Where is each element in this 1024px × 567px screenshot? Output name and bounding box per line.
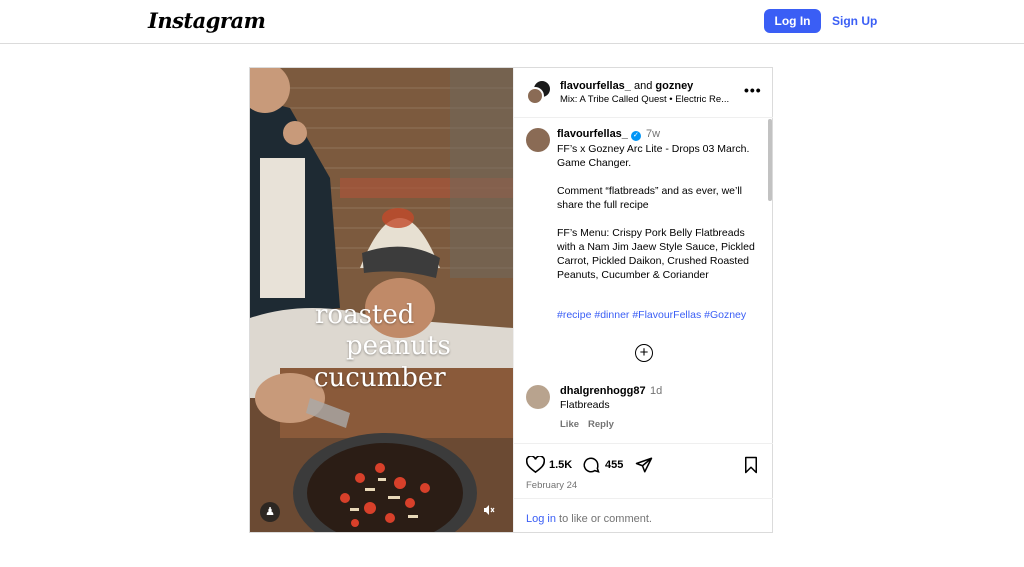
video-overlay-text-3: cucumber [314,363,446,393]
comment-like-button[interactable]: Like [560,419,579,430]
login-button[interactable]: Log In [764,9,821,33]
author-link-flavourfellas[interactable]: flavourfellas_ [560,80,631,92]
comment-count[interactable]: 455 [605,459,623,471]
post-date[interactable]: February 24 [526,480,577,491]
load-more-comments-icon[interactable]: + [635,344,653,362]
caption-text: FF’s x Gozney Arc Lite - Drops 03 March.… [557,143,755,281]
comment-text: Flatbreads [560,399,610,411]
post-actions: 1.5K 455 [514,454,773,478]
avatar [526,87,544,105]
post-header: flavourfellas_ and gozney Mix: A Tribe C… [514,68,773,118]
comment-icon[interactable] [582,456,600,479]
comments-area[interactable]: flavourfellas_ ✓ 7w FF’s x Gozney Arc Lit… [514,119,773,444]
video-overlay-text-1: roasted [315,300,415,330]
person-icon[interactable]: ♟ [260,502,280,522]
and-text: and [633,80,653,92]
avatar[interactable] [526,128,550,152]
comment-username[interactable]: dhalgrenhogg87 [560,385,646,397]
comment-timestamp[interactable]: 1d [650,385,662,397]
hashtag-link[interactable]: #Gozney [704,309,746,321]
signup-button[interactable]: Sign Up [832,9,877,33]
hashtag-link[interactable]: #FlavourFellas [632,309,701,321]
audio-track-link[interactable]: Mix: A Tribe Called Quest • Electric Re.… [560,94,738,105]
post-card: roasted peanuts cucumber ♟ flavourfellas… [249,67,773,533]
hashtag-link[interactable]: #dinner [594,309,629,321]
instagram-logo[interactable]: Instagram [148,8,266,33]
login-prompt: Log in to like or comment. [514,498,773,532]
post-authors: flavourfellas_ and gozney [560,80,693,92]
hashtag-link[interactable]: #recipe [557,309,591,321]
author-link-gozney[interactable]: gozney [655,80,693,92]
verified-badge-icon: ✓ [630,131,641,141]
top-bar: Instagram Log In Sign Up [0,0,1024,44]
login-prompt-text: Log in to like or comment. [526,513,652,525]
caption-timestamp[interactable]: 7w [646,128,660,140]
avatar[interactable] [526,385,550,409]
more-options-icon[interactable]: ••• [744,82,762,98]
login-prompt-rest: to like or comment. [555,513,652,525]
post-side-panel: flavourfellas_ and gozney Mix: A Tribe C… [513,68,773,532]
heart-icon[interactable] [525,455,546,479]
video-overlay-text-2: peanuts [346,331,451,361]
scrollbar[interactable] [768,119,772,201]
post-video[interactable]: roasted peanuts cucumber ♟ [250,68,513,532]
like-count[interactable]: 1.5K [549,459,572,471]
comment-reply-button[interactable]: Reply [588,419,614,430]
login-link[interactable]: Log in [526,513,556,525]
bookmark-icon[interactable] [743,456,759,479]
speaker-muted-icon[interactable] [483,504,495,516]
caption-username[interactable]: flavourfellas_ ✓ [557,128,641,141]
caption-hashtags: #recipe #dinner #FlavourFellas #Gozney [557,309,767,321]
share-icon[interactable] [635,456,653,479]
collab-avatars[interactable] [526,79,552,105]
